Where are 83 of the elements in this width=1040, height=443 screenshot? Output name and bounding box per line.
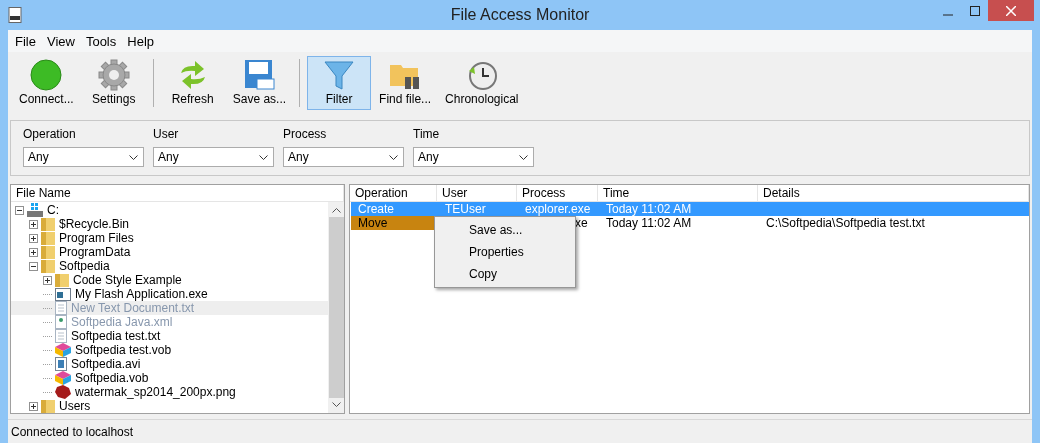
film-file-icon [55,357,67,371]
column-header[interactable]: Time [598,185,758,201]
tree-item[interactable]: Softpedia [59,259,110,273]
circle-icon [30,59,63,91]
toolbar-button[interactable]: Connect... [13,56,80,110]
collapse-icon[interactable] [29,261,38,271]
image-file-icon [55,385,71,399]
context-menu-item[interactable]: Copy [435,263,575,285]
maximize-icon [969,5,980,16]
xml-file-icon [55,315,67,329]
tree-item[interactable]: Program Files [59,231,134,245]
filter-dropdown[interactable]: Any [153,147,274,167]
window-title: File Access Monitor [450,6,590,24]
tree-item[interactable]: Softpedia.vob [75,371,149,385]
table-cell: Create [351,202,438,216]
cube-icon [55,371,71,385]
folder-icon [41,217,55,231]
filter-label: Process [283,127,328,141]
minimize-icon [942,13,953,16]
tree-item[interactable]: Softpedia test.txt [71,329,161,343]
close-icon [1006,5,1016,16]
chevron-up-icon [331,208,341,213]
text-file-icon [55,301,67,315]
toolbar-button[interactable]: Find file... [373,56,438,110]
column-header[interactable]: File Name [11,185,344,201]
toolbar-button[interactable]: Settings [81,56,146,110]
tree-item[interactable]: Users [59,399,91,413]
expand-icon[interactable] [29,247,38,257]
expand-icon[interactable] [29,401,38,411]
tree-item[interactable]: Softpedia test.vob [75,343,172,357]
menu-item[interactable]: File [10,33,42,49]
scrollbar[interactable] [328,202,344,413]
table-cell: explorer.exe [518,202,599,216]
tree-item[interactable]: watermak_sp2014_200px.png [75,385,236,399]
column-header[interactable]: Details [758,185,1029,201]
column-header[interactable]: User [437,185,517,201]
filter-dropdown[interactable]: Any [23,147,144,167]
folder-icon [41,399,55,413]
folder-icon [41,245,55,259]
tree-item[interactable]: My Flash Application.exe [75,287,208,301]
window-icon [55,287,71,301]
chevron-down-icon [331,402,341,407]
tree-item[interactable]: ProgramData [59,245,131,259]
menu-item[interactable]: View [41,33,81,49]
collapse-icon[interactable] [15,205,24,215]
status-text: Connected to localhost [11,424,134,439]
chevron-down-icon [259,154,268,160]
app-icon [8,7,22,23]
filter-dropdown[interactable]: Any [283,147,404,167]
text-file-icon [55,329,67,343]
funnel-icon [323,59,356,91]
menu-item[interactable]: Help [122,33,160,49]
column-header[interactable]: Process [517,185,598,201]
context-menu-item[interactable]: Properties [435,241,575,263]
tree-item[interactable]: Softpedia.avi [71,357,141,371]
chevron-down-icon [519,154,528,160]
drive-icon [27,203,43,217]
chevron-down-icon [389,154,398,160]
toolbar-button[interactable]: Refresh [160,56,225,110]
folder-icon [55,273,69,287]
close-button[interactable] [988,0,1034,21]
chevron-down-icon [129,154,138,160]
filter-label: User [153,127,180,141]
expand-icon[interactable] [43,275,52,285]
menu-item[interactable]: Tools [80,33,123,49]
filter-label: Time [413,127,441,141]
tree-item[interactable]: Code Style Example [73,273,182,287]
tree-item[interactable]: $Recycle.Bin [59,217,130,231]
toolbar-button[interactable]: Chronological [439,56,525,110]
save-icon [243,59,276,91]
expand-icon[interactable] [29,233,38,243]
folder-icon [41,259,55,273]
tree-item[interactable]: C: [47,203,59,217]
filter-dropdown[interactable]: Any [413,147,534,167]
table-cell: TEUser [438,202,518,216]
column-header[interactable]: Operation [350,185,437,201]
folder-icon [41,231,55,245]
cube-icon [55,343,71,357]
toolbar-button[interactable]: Filter [307,56,372,110]
table-cell: Today 11:02 AM [599,202,759,216]
expand-icon[interactable] [29,219,38,229]
filter-label: Operation [23,127,77,141]
toolbar-button[interactable]: Save as... [226,56,293,110]
